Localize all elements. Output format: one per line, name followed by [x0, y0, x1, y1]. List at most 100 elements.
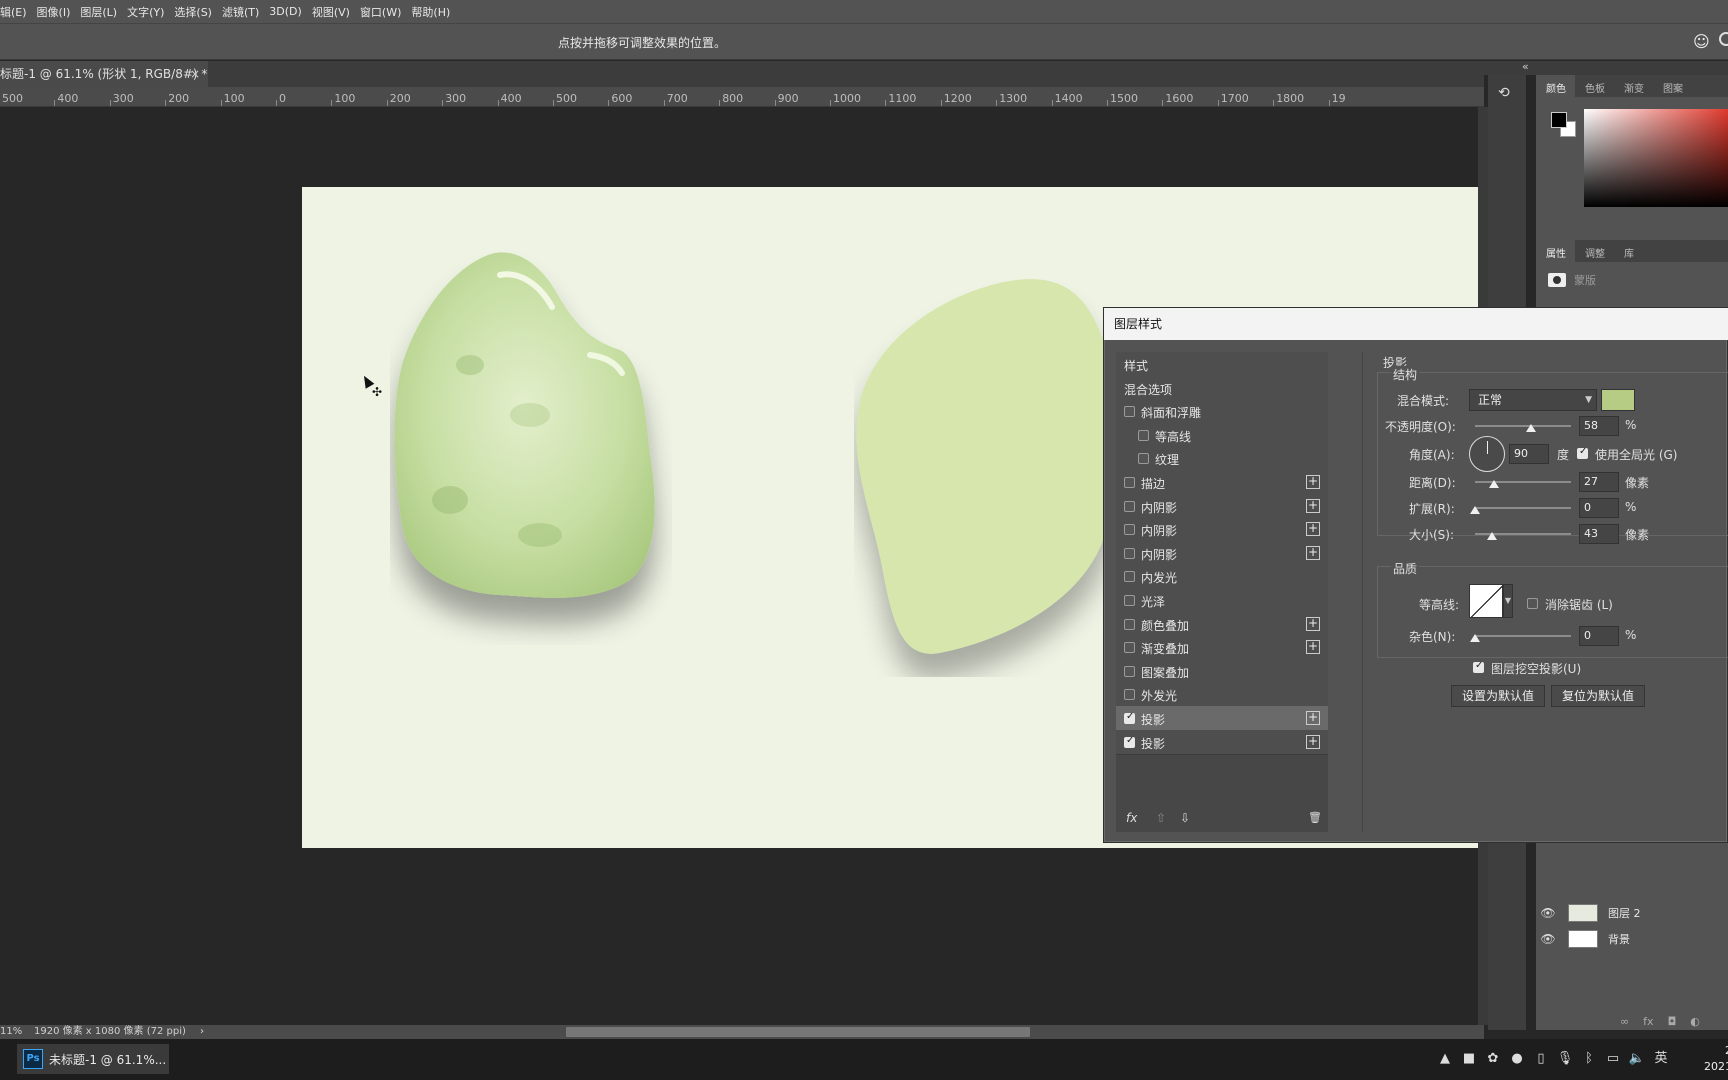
noise-slider-knob[interactable]: [1470, 634, 1480, 642]
style-list-item[interactable]: 颜色叠加 +: [1116, 611, 1328, 637]
fx-icon[interactable]: fx: [1643, 1015, 1653, 1028]
volume-icon[interactable]: 🔈: [1628, 1050, 1646, 1068]
distance-slider-knob[interactable]: [1489, 480, 1500, 488]
add-effect-icon[interactable]: +: [1306, 522, 1320, 537]
move-down-icon[interactable]: ⇩: [1180, 811, 1190, 825]
style-list-item[interactable]: 内阴影 +: [1116, 517, 1328, 543]
add-effect-icon[interactable]: +: [1306, 475, 1320, 489]
menu-item-5[interactable]: 滤镜(T): [218, 4, 265, 20]
color-picker-field[interactable]: [1584, 109, 1728, 207]
menu-item-9[interactable]: 帮助(H): [407, 4, 456, 20]
properties-panel-tab-1[interactable]: 调整: [1575, 240, 1614, 262]
add-effect-icon[interactable]: +: [1306, 640, 1320, 655]
make-default-button[interactable]: 设置为默认值: [1451, 685, 1545, 707]
opacity-input[interactable]: 58: [1579, 416, 1619, 436]
style-list-item[interactable]: 光泽: [1116, 588, 1328, 613]
usb-icon[interactable]: ▯: [1532, 1050, 1550, 1068]
style-list-item[interactable]: 混合选项: [1116, 375, 1328, 401]
style-checkbox[interactable]: [1124, 689, 1135, 701]
tray-app-icon[interactable]: ▲: [1436, 1050, 1454, 1068]
size-slider-knob[interactable]: [1487, 532, 1498, 540]
style-checkbox[interactable]: [1124, 477, 1135, 488]
mask-add-icon[interactable]: ◘: [1668, 1015, 1677, 1028]
color-panel-tab-3[interactable]: 图案: [1653, 75, 1692, 97]
angle-input[interactable]: 90: [1509, 444, 1549, 464]
distance-input[interactable]: 27: [1579, 472, 1619, 492]
style-list-item[interactable]: 样式: [1116, 352, 1328, 377]
add-effect-icon[interactable]: +: [1306, 616, 1320, 631]
noise-slider[interactable]: [1470, 634, 1571, 642]
menu-item-7[interactable]: 视图(V): [308, 4, 356, 20]
opacity-slider[interactable]: [1475, 424, 1571, 432]
style-list-item[interactable]: 图案叠加: [1116, 658, 1328, 684]
style-checkbox[interactable]: [1124, 524, 1135, 536]
status-arrow-icon[interactable]: ›: [200, 1025, 204, 1039]
properties-panel-tab-2[interactable]: 库: [1614, 240, 1643, 262]
color-panel-tab-2[interactable]: 渐变: [1614, 75, 1653, 97]
style-checkbox[interactable]: [1124, 735, 1135, 748]
knockout-checkbox[interactable]: [1473, 660, 1484, 673]
global-light-checkbox[interactable]: [1577, 446, 1588, 459]
style-list-item[interactable]: 投影 +: [1116, 706, 1328, 731]
style-checkbox[interactable]: [1138, 453, 1149, 465]
move-up-icon[interactable]: ⇧: [1156, 811, 1166, 825]
horizontal-scrollbar[interactable]: [566, 1027, 1030, 1037]
style-list-item[interactable]: 斜面和浮雕: [1116, 399, 1328, 425]
shadow-color-swatch[interactable]: [1601, 389, 1635, 411]
clock[interactable]: 2 2021: [1704, 1043, 1728, 1075]
style-list-item[interactable]: 内阴影 +: [1116, 540, 1328, 566]
style-list-item[interactable]: 渐变叠加 +: [1116, 635, 1328, 661]
style-checkbox[interactable]: [1138, 429, 1149, 441]
style-list-item[interactable]: 等高线: [1116, 422, 1328, 448]
angle-dial[interactable]: [1469, 436, 1505, 472]
menu-item-4[interactable]: 选择(S): [170, 4, 218, 20]
menu-item-3[interactable]: 文字(Y): [123, 4, 170, 20]
color-panel-tab-1[interactable]: 色板: [1575, 75, 1614, 97]
spread-slider[interactable]: [1470, 506, 1571, 514]
properties-panel-tab-0[interactable]: 属性: [1536, 240, 1575, 262]
style-list-item[interactable]: 内阴影 +: [1116, 493, 1328, 519]
adjustment-icon[interactable]: ◐: [1690, 1015, 1700, 1028]
microphone-icon[interactable]: 🎙: [1556, 1050, 1574, 1068]
size-input[interactable]: 43: [1579, 524, 1619, 544]
reset-default-button[interactable]: 复位为默认值: [1551, 685, 1645, 707]
style-list-item[interactable]: 纹理: [1116, 446, 1328, 472]
style-checkbox[interactable]: [1124, 665, 1135, 677]
style-list-item[interactable]: 描边 +: [1116, 470, 1328, 495]
contour-preview[interactable]: [1469, 584, 1503, 618]
contour-dropdown[interactable]: ▼: [1503, 584, 1513, 618]
document-tab[interactable]: 标题-1 @ 61.1% (形状 1, RGB/8#) * ×: [0, 61, 208, 87]
add-effect-icon[interactable]: +: [1306, 498, 1320, 513]
style-checkbox[interactable]: [1124, 571, 1135, 583]
network-icon[interactable]: ▭: [1604, 1050, 1622, 1068]
blend-mode-select[interactable]: 正常 ▼: [1469, 389, 1597, 411]
add-effect-icon[interactable]: +: [1306, 711, 1320, 725]
eye-icon[interactable]: 👁: [1536, 932, 1560, 946]
spread-slider-knob[interactable]: [1470, 506, 1480, 514]
style-list-item[interactable]: 内发光: [1116, 564, 1328, 590]
account-icon[interactable]: ☺: [1693, 33, 1711, 51]
spread-input[interactable]: 0: [1579, 498, 1619, 518]
style-checkbox[interactable]: [1124, 500, 1135, 512]
bluetooth-icon[interactable]: ᛒ: [1580, 1050, 1598, 1068]
ime-icon[interactable]: 英: [1652, 1050, 1670, 1068]
close-tab-icon[interactable]: ×: [190, 61, 200, 87]
menu-item-1[interactable]: 图像(I): [33, 4, 77, 20]
menu-item-6[interactable]: 3D(D): [265, 5, 308, 18]
add-effect-icon[interactable]: +: [1306, 545, 1320, 560]
distance-slider[interactable]: [1475, 480, 1571, 488]
jade-stone-flat[interactable]: [854, 277, 1124, 677]
fx-icon[interactable]: fx: [1126, 811, 1137, 825]
trash-icon[interactable]: 🗑: [1308, 811, 1322, 824]
tray-yellow-icon[interactable]: ●: [1508, 1050, 1526, 1068]
menu-item-8[interactable]: 窗口(W): [356, 4, 407, 20]
color-panel-tab-0[interactable]: 颜色: [1536, 75, 1575, 97]
add-effect-icon[interactable]: +: [1306, 734, 1320, 749]
style-checkbox[interactable]: [1124, 595, 1135, 606]
style-list-item[interactable]: 投影 +: [1116, 729, 1328, 755]
foreground-color-swatch[interactable]: [1551, 112, 1567, 128]
history-icon[interactable]: ⟲: [1498, 85, 1516, 103]
eye-icon[interactable]: 👁: [1536, 906, 1560, 920]
size-slider[interactable]: [1475, 532, 1571, 540]
style-checkbox[interactable]: [1124, 547, 1135, 559]
